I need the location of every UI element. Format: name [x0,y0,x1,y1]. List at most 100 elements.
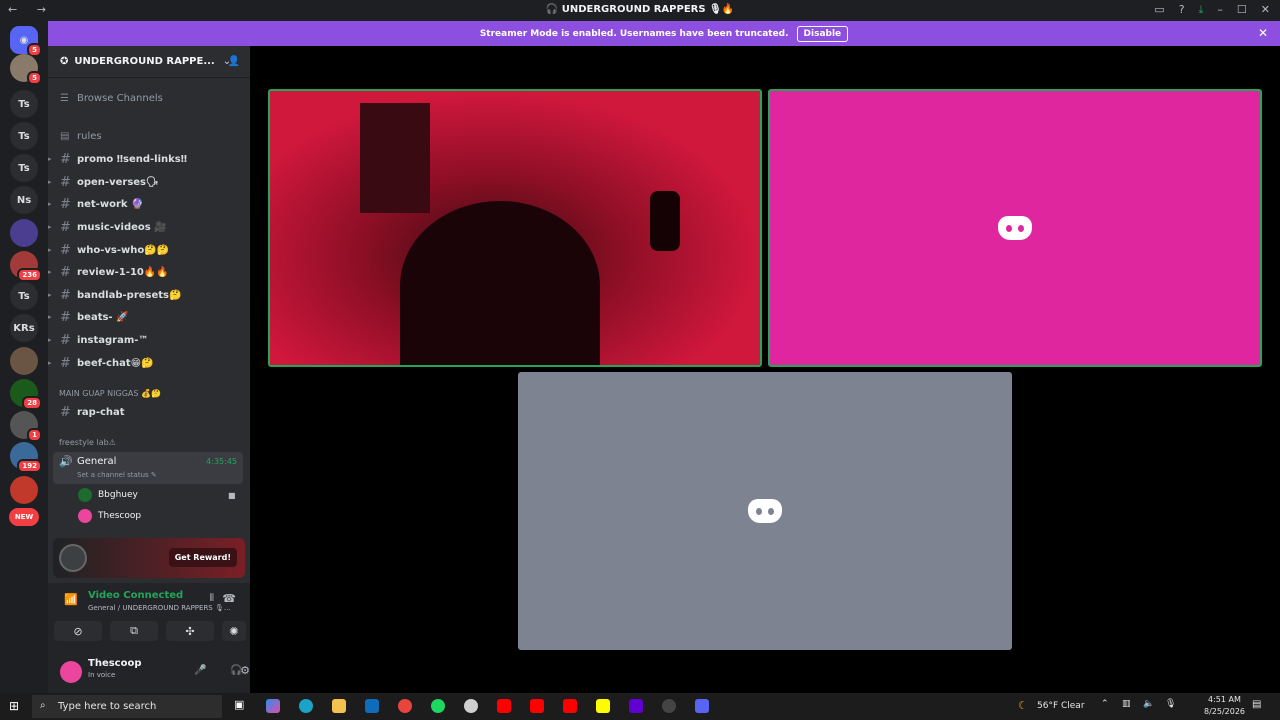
windows-start-icon[interactable]: ⊞ [9,699,19,713]
maximize-icon[interactable]: ☐ [1237,3,1247,17]
download-icon[interactable]: ⤓ [1199,3,1204,17]
channel-promo[interactable]: ▸ # promo ‼send-links‼ [48,149,187,169]
hash-icon: # [60,355,71,371]
badge: 1 [27,428,42,442]
channel-beef-chat[interactable]: ▸ # beef-chat😁🤔 [48,353,154,373]
app-icon[interactable] [464,699,478,713]
edge-icon[interactable] [299,699,313,713]
avatar [78,509,92,523]
server-ts-4[interactable]: Ts [10,282,38,310]
channel-beats[interactable]: ▸ # beats- 🚀 [48,307,129,327]
badge: 236 [17,268,42,282]
channel-who-vs-who[interactable]: ▸ # who-vs-who🤔🤔 [48,240,169,260]
voice-status: Video Connected [88,590,184,601]
clock-time[interactable]: 4:51 AM [1208,695,1241,704]
server-icon[interactable]: 236 [10,251,42,282]
server-icon[interactable]: 28 [10,379,42,410]
close-banner-icon[interactable]: ✕ [1258,26,1268,40]
voice-channel-general[interactable]: 🔊 General 4:35:45 Set a channel status ✎ [53,452,243,484]
mic-tray-icon[interactable]: 🎙 [1165,699,1176,709]
file-explorer-icon[interactable] [332,699,346,713]
snapchat-icon[interactable] [596,699,610,713]
browse-channels[interactable]: ☰ Browse Channels [60,88,163,108]
server-icon[interactable]: 192 [10,442,42,473]
disable-streamer-button[interactable]: Disable [796,25,849,42]
youtube-icon[interactable] [563,699,577,713]
minimize-icon[interactable]: – [1217,3,1223,17]
yahoo-icon[interactable] [629,699,643,713]
get-reward-button[interactable]: Get Reward! [168,548,237,567]
server-header[interactable]: ✪ UNDERGROUND RAPPE... ⌄ 👤 [48,46,250,78]
help-icon[interactable]: ? [1179,3,1185,17]
copilot-icon[interactable] [266,699,280,713]
server-ns[interactable]: Ns [10,186,38,214]
task-view-icon[interactable]: ▣ [234,698,244,711]
user-panel: Thescoop In voice 🎤 🎧 ⚙ [48,653,250,693]
channel-bandlab-presets[interactable]: ▸ # bandlab-presets🤔 [48,285,181,305]
soundboard-button[interactable]: ✺ [222,621,246,641]
volume-icon[interactable]: 🔈 [1143,699,1154,709]
close-window-icon[interactable]: ✕ [1261,3,1270,17]
network-icon[interactable]: ▥ [1122,699,1131,709]
channel-status-hint[interactable]: Set a channel status ✎ [77,471,157,479]
video-tile-thescoop[interactable] [518,372,1012,650]
server-ts-3[interactable]: Ts [10,154,38,182]
camera-off-button[interactable]: ⊘ [54,621,102,641]
discord-home-icon[interactable]: ◉ 5 [10,26,42,57]
hash-icon: # [60,174,71,190]
video-tile-bbghuey[interactable] [268,89,762,367]
discord-icon[interactable] [695,699,709,713]
server-icon[interactable]: 1 [10,411,42,442]
spotify-icon[interactable] [431,699,445,713]
notifications-icon[interactable]: ▤ [1252,699,1261,710]
inbox-icon[interactable]: ▭ [1154,3,1164,17]
hash-icon: # [60,196,71,212]
settings-gear-icon[interactable]: ⚙ [240,664,250,677]
channel-music-videos[interactable]: ▸ # music-videos 🎥 [48,217,167,237]
video-tile-placeholder-1[interactable] [768,89,1262,367]
channel-net-work[interactable]: ▸ # net-work 🔮 [48,194,143,214]
clock-date[interactable]: 8/25/2026 [1204,707,1245,716]
server-icon[interactable] [10,219,38,247]
server-icon[interactable] [10,347,38,375]
signal-icon: 📶 [64,593,78,606]
voice-user[interactable]: Thescoop [78,507,141,525]
screen-share-button[interactable]: ⧉ [110,621,158,641]
channel-label: promo ‼send-links‼ [77,153,188,165]
channel-review[interactable]: ▸ # review-1-10🔥🔥 [48,262,169,282]
chrome-icon[interactable] [398,699,412,713]
youtube-icon[interactable] [497,699,511,713]
username[interactable]: Thescoop [88,658,142,669]
activities-button[interactable]: ✣ [166,621,214,641]
server-krs[interactable]: KRs [10,314,38,342]
youtube-icon[interactable] [530,699,544,713]
tray-chevron-icon[interactable]: ⌃ [1101,699,1109,709]
app-icon[interactable] [662,699,676,713]
category-freestyle-lab[interactable]: freestyle lab⚠ [59,438,116,447]
taskbar-search[interactable]: ⌕ Type here to search [32,695,222,718]
hash-icon: # [60,242,71,258]
server-ts-1[interactable]: Ts [10,90,38,118]
outlook-icon[interactable] [365,699,379,713]
microphone [650,191,680,251]
avatar[interactable] [60,661,82,683]
noise-suppression-icon[interactable]: ⦀ [210,593,214,604]
server-icon[interactable]: 5 [10,54,42,85]
channel-label: net-work 🔮 [77,198,144,210]
category-main-guap[interactable]: MAIN GUAP NIGGAS 💰🤔 [59,389,161,398]
channel-instagram[interactable]: ▸ # instagram-™ [48,330,148,350]
voice-location[interactable]: General / UNDERGROUND RAPPERS 🎙... [88,604,231,612]
weather[interactable]: 56°F Clear [1037,701,1085,711]
microphone-icon[interactable]: 🎤 [194,665,206,676]
server-ts-2[interactable]: Ts [10,122,38,150]
add-member-icon[interactable]: 👤 [228,56,240,67]
badge: 28 [22,396,42,410]
channel-rules[interactable]: ▤ rules [60,126,102,146]
server-rail: ◉ 5 5 Ts Ts Ts Ns 236 Ts KRs 28 1 192 NEW [0,21,48,693]
server-icon[interactable] [10,476,38,504]
channel-rap-chat[interactable]: # rap-chat [60,402,125,422]
new-server-badge[interactable]: NEW [9,508,39,526]
voice-user[interactable]: Bbghuey ■ [78,486,236,504]
channel-open-verses[interactable]: ▸ # open-verses🗣 [48,172,159,192]
disconnect-icon[interactable]: ☎ [222,592,236,605]
